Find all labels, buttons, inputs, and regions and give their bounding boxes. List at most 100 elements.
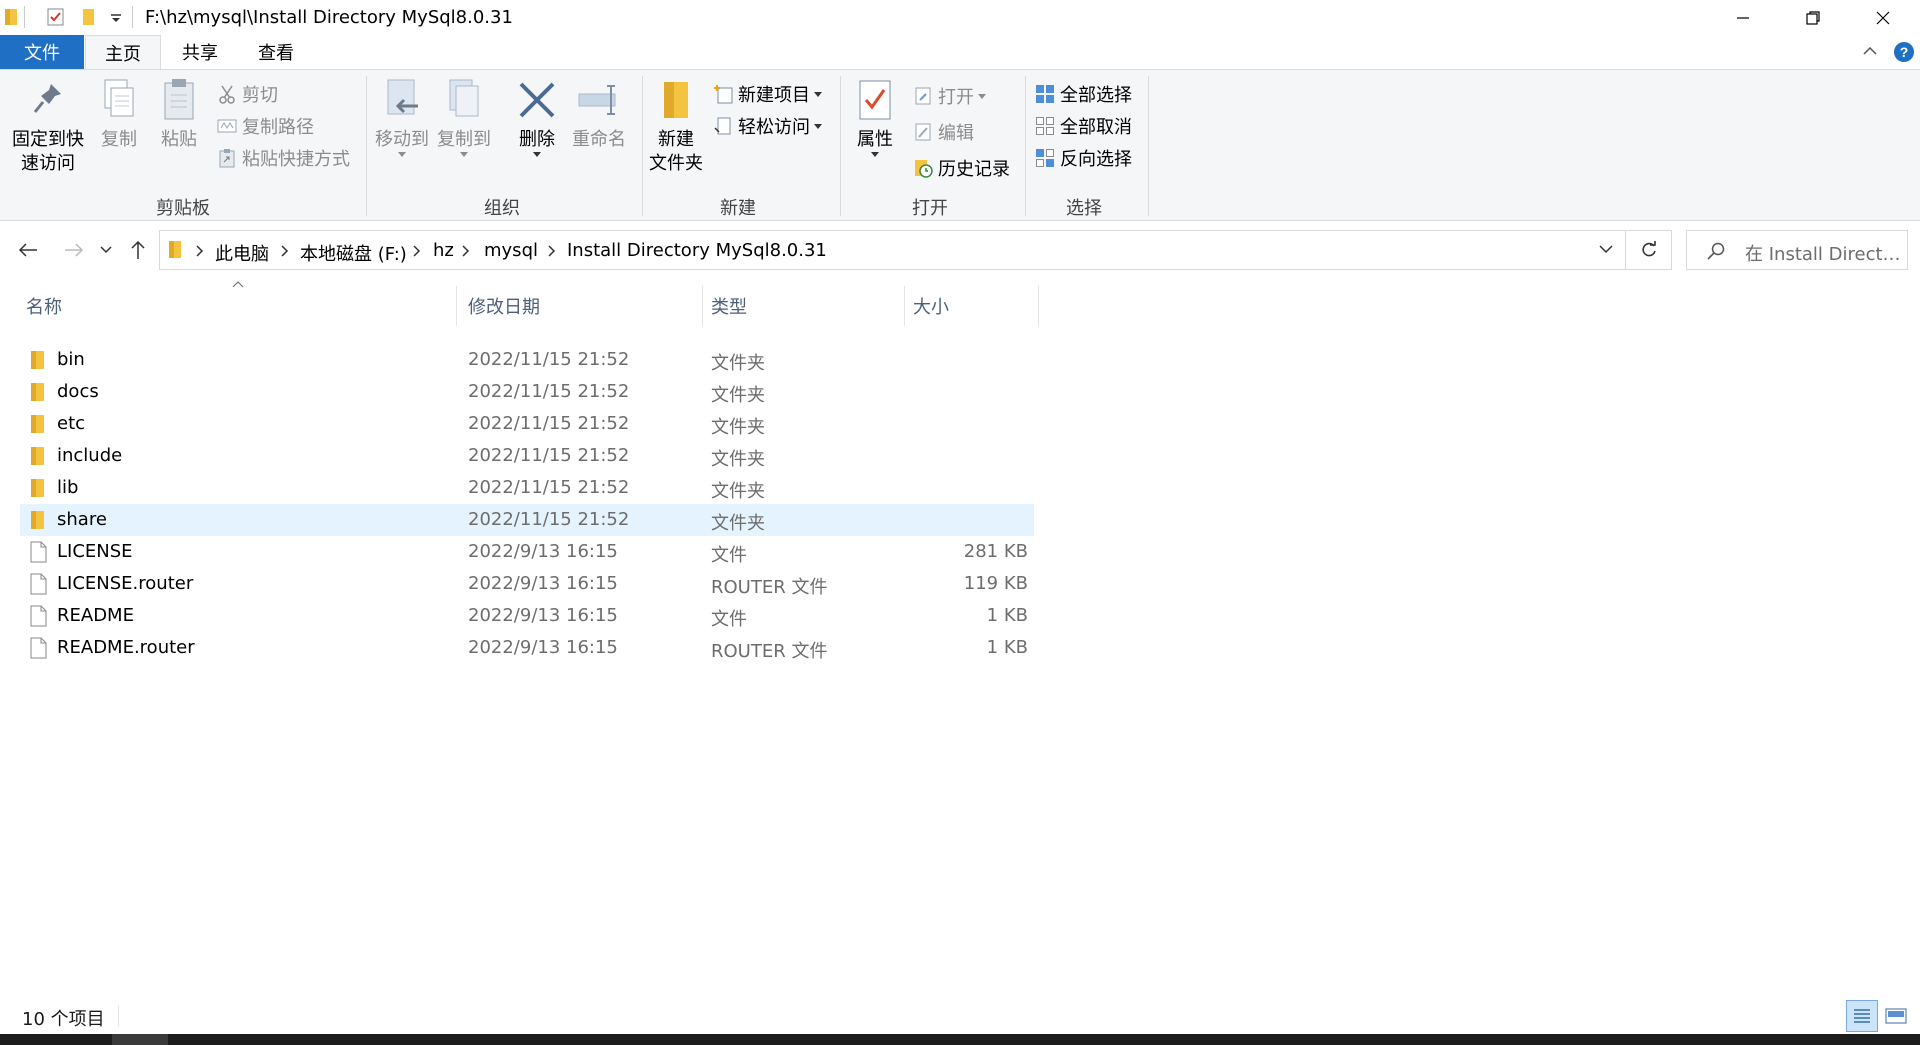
restore-icon — [1806, 10, 1820, 25]
cut-button[interactable]: 剪切 — [216, 80, 278, 108]
file-type: 文件夹 — [711, 385, 765, 406]
column-divider[interactable] — [702, 286, 703, 326]
address-bar[interactable]: 此电脑 本地磁盘 (F:) hz mysql Install Directory… — [159, 230, 1626, 270]
file-name[interactable]: share — [57, 509, 107, 530]
file-date: 2022/11/15 21:52 — [468, 477, 630, 498]
table-row[interactable]: include 2022/11/15 21:52 文件夹 — [20, 440, 1034, 472]
back-button[interactable] — [14, 236, 42, 264]
taskbar-item[interactable] — [112, 1034, 168, 1045]
column-header-date[interactable]: 修改日期 — [468, 286, 700, 326]
tab-share[interactable]: 共享 — [162, 35, 238, 69]
file-name[interactable]: include — [57, 445, 122, 466]
new-folder-button[interactable]: 新建 文件夹 — [648, 74, 704, 176]
table-row[interactable]: lib 2022/11/15 21:52 文件夹 — [20, 472, 1034, 504]
back-arrow-icon — [18, 243, 37, 257]
open-button[interactable]: 打开 — [912, 82, 986, 110]
details-view-button[interactable] — [1846, 1000, 1878, 1032]
breadcrumb-separator-icon[interactable] — [460, 243, 472, 259]
delete-button[interactable]: 删除 — [512, 74, 562, 157]
copy-label: 复制 — [101, 129, 137, 150]
table-row[interactable]: LICENSE 2022/9/13 16:15 文件 281 KB — [20, 536, 1034, 568]
restore-button[interactable] — [1778, 0, 1848, 35]
pin-quick-access-button[interactable]: 固定到快 速访问 — [8, 74, 88, 176]
search-box[interactable]: 在 Install Director... — [1686, 230, 1908, 270]
breadcrumb-hz[interactable]: hz — [433, 240, 454, 261]
open-icon — [912, 85, 934, 107]
file-name[interactable]: etc — [57, 413, 85, 434]
file-size: 281 KB — [963, 541, 1028, 562]
breadcrumb-drive-f[interactable]: 本地磁盘 (F:) — [300, 240, 407, 266]
file-name[interactable]: README.router — [57, 637, 195, 658]
breadcrumb-this-pc[interactable]: 此电脑 — [215, 240, 269, 266]
file-date: 2022/11/15 21:52 — [468, 413, 630, 434]
column-divider[interactable] — [456, 286, 457, 326]
new-item-button[interactable]: 新建项目 — [712, 80, 822, 108]
tab-view[interactable]: 查看 — [238, 35, 314, 69]
file-name[interactable]: docs — [57, 381, 99, 402]
breadcrumb-separator-icon[interactable] — [546, 243, 558, 259]
copy-to-button[interactable]: 复制到 — [434, 74, 494, 157]
forward-button[interactable] — [60, 236, 88, 264]
new-folder-quick-icon[interactable] — [82, 7, 96, 27]
table-row[interactable]: LICENSE.router 2022/9/13 16:15 ROUTER 文件 11… — [20, 568, 1034, 600]
column-header-name[interactable]: 名称 — [26, 286, 456, 326]
table-row[interactable]: README 2022/9/13 16:15 文件 1 KB — [20, 600, 1034, 632]
refresh-button[interactable] — [1626, 230, 1672, 270]
file-name[interactable]: lib — [57, 477, 78, 498]
help-icon[interactable]: ? — [1893, 41, 1915, 63]
paste-shortcut-button[interactable]: 粘贴快捷方式 — [216, 144, 350, 172]
column-divider[interactable] — [1038, 286, 1039, 326]
large-icons-view-button[interactable] — [1880, 1000, 1912, 1032]
breadcrumb-separator-icon[interactable] — [411, 243, 423, 259]
table-row[interactable]: bin 2022/11/15 21:52 文件夹 — [20, 344, 1034, 376]
breadcrumb-install-directory[interactable]: Install Directory MySql8.0.31 — [567, 240, 827, 261]
breadcrumb-mysql[interactable]: mysql — [484, 240, 538, 261]
customize-quick-access-icon[interactable] — [110, 12, 122, 24]
column-header-size[interactable]: 大小 — [913, 286, 1033, 326]
table-row[interactable]: etc 2022/11/15 21:52 文件夹 — [20, 408, 1034, 440]
properties-button[interactable]: 属性 — [848, 74, 902, 157]
file-name[interactable]: bin — [57, 349, 85, 370]
details-view-icon — [1854, 1009, 1870, 1023]
forward-arrow-icon — [65, 243, 84, 257]
easy-access-button[interactable]: 轻松访问 — [712, 112, 822, 140]
breadcrumb-separator-icon[interactable] — [194, 243, 206, 259]
separator — [24, 6, 25, 28]
invert-selection-button[interactable]: 反向选择 — [1034, 144, 1132, 172]
collapse-ribbon-icon[interactable] — [1862, 45, 1878, 57]
table-row[interactable]: docs 2022/11/15 21:52 文件夹 — [20, 376, 1034, 408]
file-name[interactable]: LICENSE — [57, 541, 133, 562]
window-title: F:\hz\mysql\Install Directory MySql8.0.3… — [145, 7, 513, 28]
address-history-dropdown[interactable] — [1599, 245, 1613, 254]
select-all-button[interactable]: 全部选择 — [1034, 80, 1132, 108]
up-button[interactable] — [124, 236, 152, 264]
copy-path-button[interactable]: 复制路径 — [216, 112, 314, 140]
history-button[interactable]: 历史记录 — [912, 154, 1010, 182]
file-icon — [28, 572, 48, 596]
paste-button[interactable]: 粘贴 — [154, 74, 204, 152]
table-row[interactable]: share 2022/11/15 21:52 文件夹 — [20, 504, 1034, 536]
tab-file[interactable]: 文件 — [0, 35, 84, 69]
new-folder-label-2: 文件夹 — [649, 153, 703, 174]
file-name[interactable]: LICENSE.router — [57, 573, 193, 594]
column-divider[interactable] — [904, 286, 905, 326]
column-header-type[interactable]: 类型 — [711, 286, 901, 326]
file-icon — [28, 604, 48, 628]
search-input[interactable]: 在 Install Director... — [1745, 240, 1903, 266]
edit-button[interactable]: 编辑 — [912, 118, 974, 146]
table-row[interactable]: README.router 2022/9/13 16:15 ROUTER 文件 1 K… — [20, 632, 1034, 664]
file-name[interactable]: README — [57, 605, 134, 626]
separator — [132, 6, 133, 28]
close-button[interactable] — [1848, 0, 1918, 35]
select-none-button[interactable]: 全部取消 — [1034, 112, 1132, 140]
breadcrumb-separator-icon[interactable] — [279, 243, 291, 259]
move-to-button[interactable]: 移动到 — [372, 74, 432, 157]
properties-quick-icon[interactable] — [46, 7, 66, 27]
properties-label: 属性 — [857, 129, 893, 150]
minimize-button[interactable] — [1708, 0, 1778, 35]
tab-home[interactable]: 主页 — [85, 35, 161, 69]
recent-locations-button[interactable] — [96, 236, 116, 264]
properties-icon — [851, 74, 899, 126]
rename-button[interactable]: 重命名 — [568, 74, 630, 152]
copy-button[interactable]: 复制 — [94, 74, 144, 152]
